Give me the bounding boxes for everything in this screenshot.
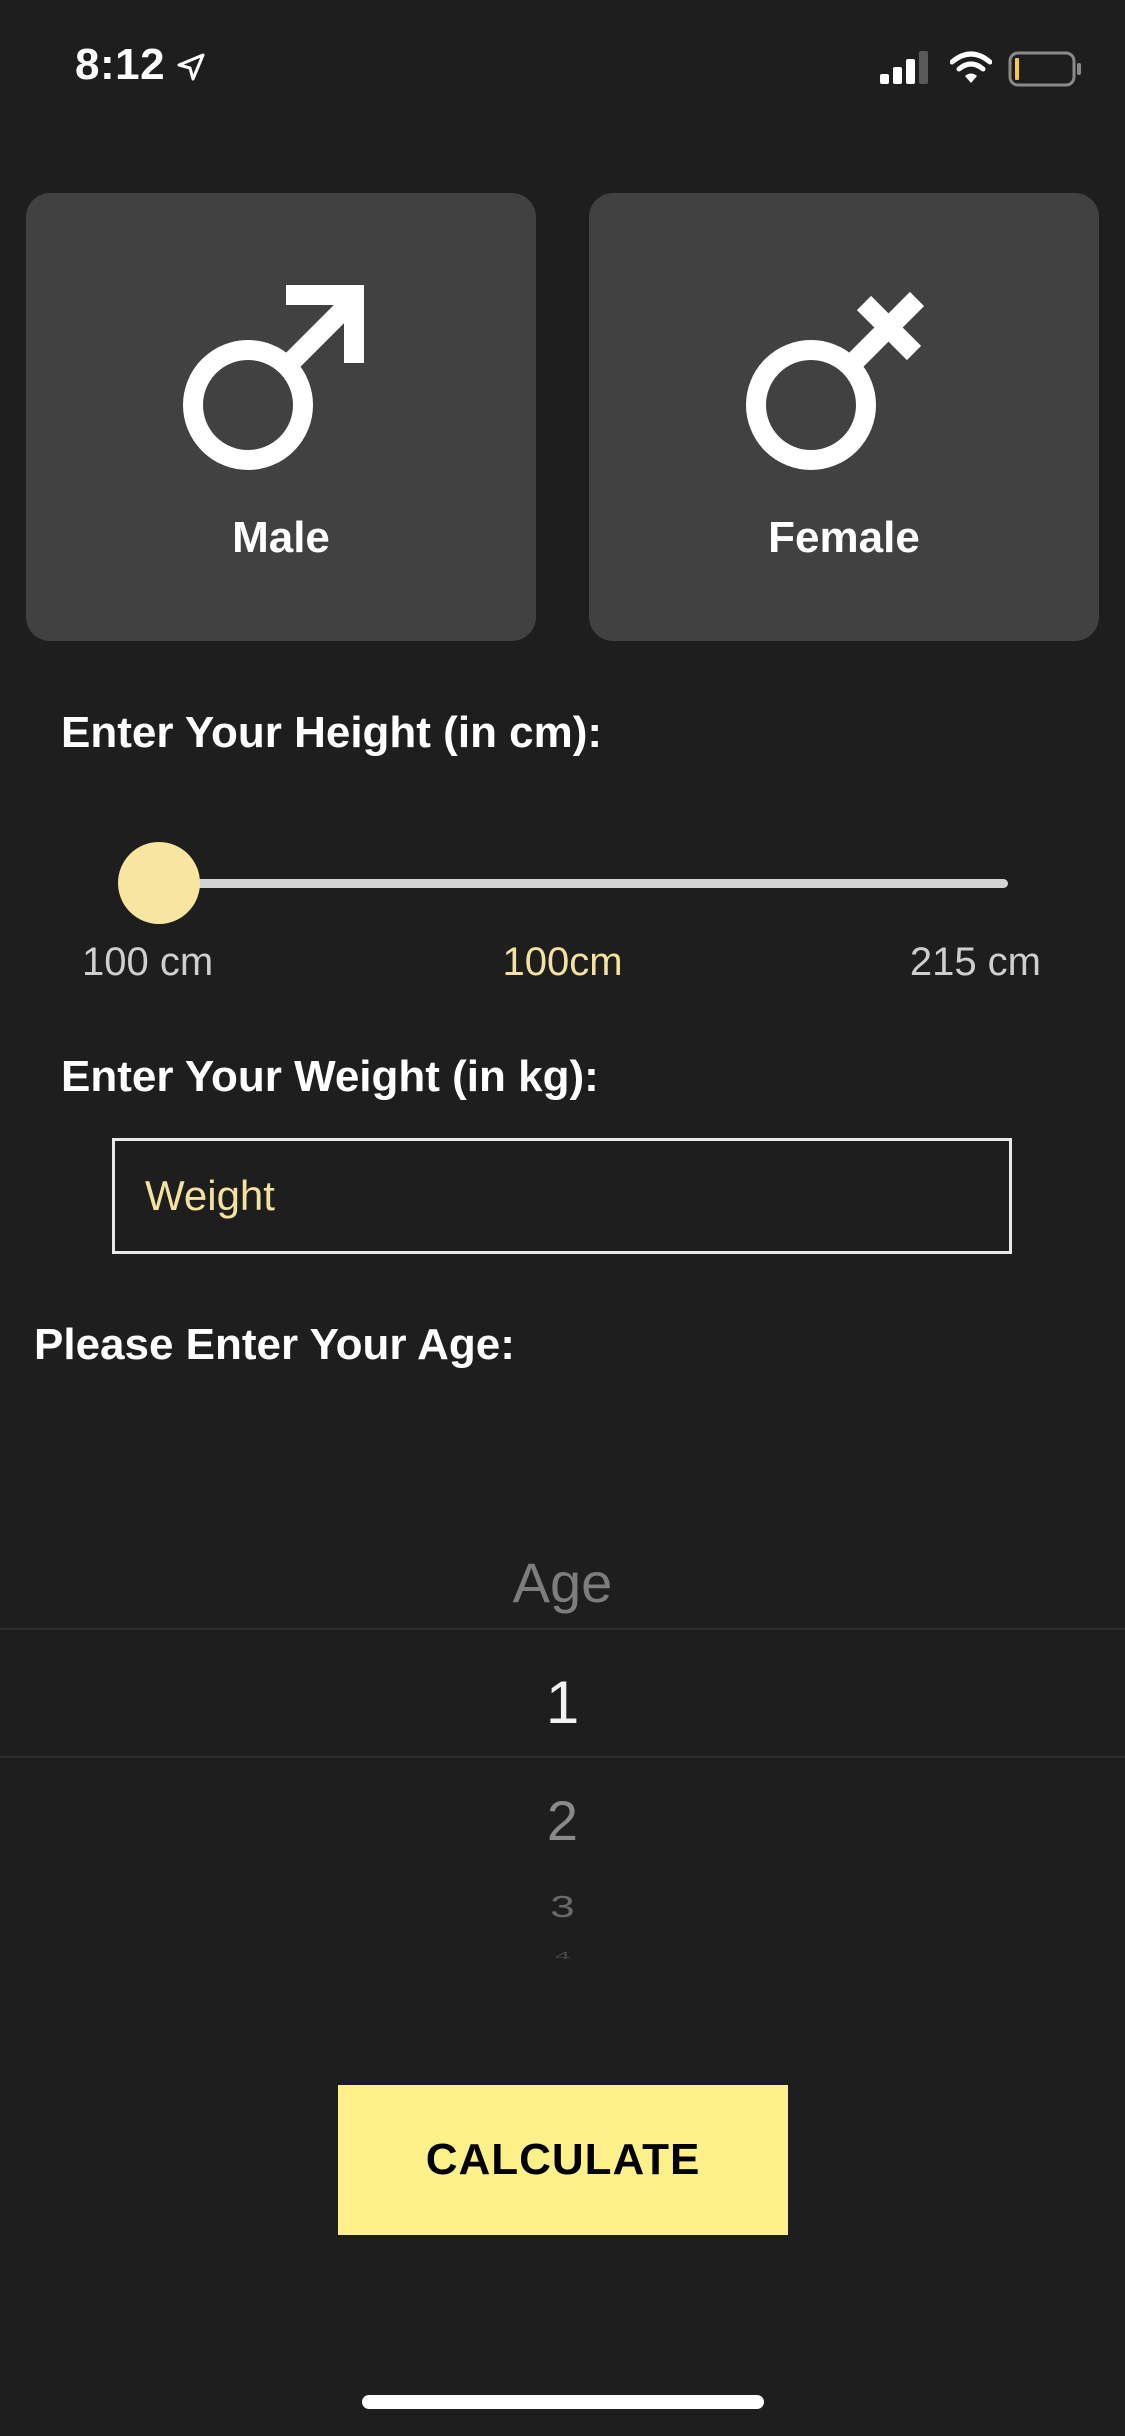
picker-divider-top	[0, 1628, 1125, 1630]
home-indicator[interactable]	[362, 2395, 764, 2409]
wifi-icon	[950, 51, 992, 83]
age-option[interactable]: 3	[0, 1890, 1125, 1925]
age-picker[interactable]: Age 1 2 3 4	[0, 1520, 1125, 1961]
height-max-label: 215 cm	[909, 940, 1041, 984]
age-label: Please Enter Your Age:	[34, 1320, 515, 1369]
age-picker-header: Age	[512, 1551, 613, 1614]
weight-label: Enter Your Weight (in kg):	[61, 1052, 599, 1101]
female-symbol-icon	[746, 291, 925, 470]
male-label: Male	[232, 513, 330, 562]
age-option[interactable]: 2	[0, 1788, 1125, 1853]
picker-divider-bottom	[0, 1756, 1125, 1758]
female-card[interactable]: Female	[589, 193, 1099, 641]
status-time: 8:12	[75, 40, 166, 89]
calculate-button[interactable]: CALCULATE	[338, 2085, 788, 2235]
battery-icon	[1008, 51, 1081, 87]
female-label: Female	[768, 513, 920, 562]
male-card[interactable]: Male	[26, 193, 536, 641]
height-label: Enter Your Height (in cm):	[61, 708, 603, 757]
age-option[interactable]: 4	[0, 1950, 1125, 1961]
cellular-signal-icon	[880, 51, 928, 84]
location-arrow-icon	[177, 53, 205, 81]
height-slider-thumb[interactable]	[118, 842, 200, 924]
weight-input[interactable]	[112, 1138, 1012, 1254]
male-symbol-icon	[183, 285, 364, 470]
age-option[interactable]: 1	[0, 1668, 1125, 1737]
height-slider-track[interactable]	[160, 879, 1008, 888]
